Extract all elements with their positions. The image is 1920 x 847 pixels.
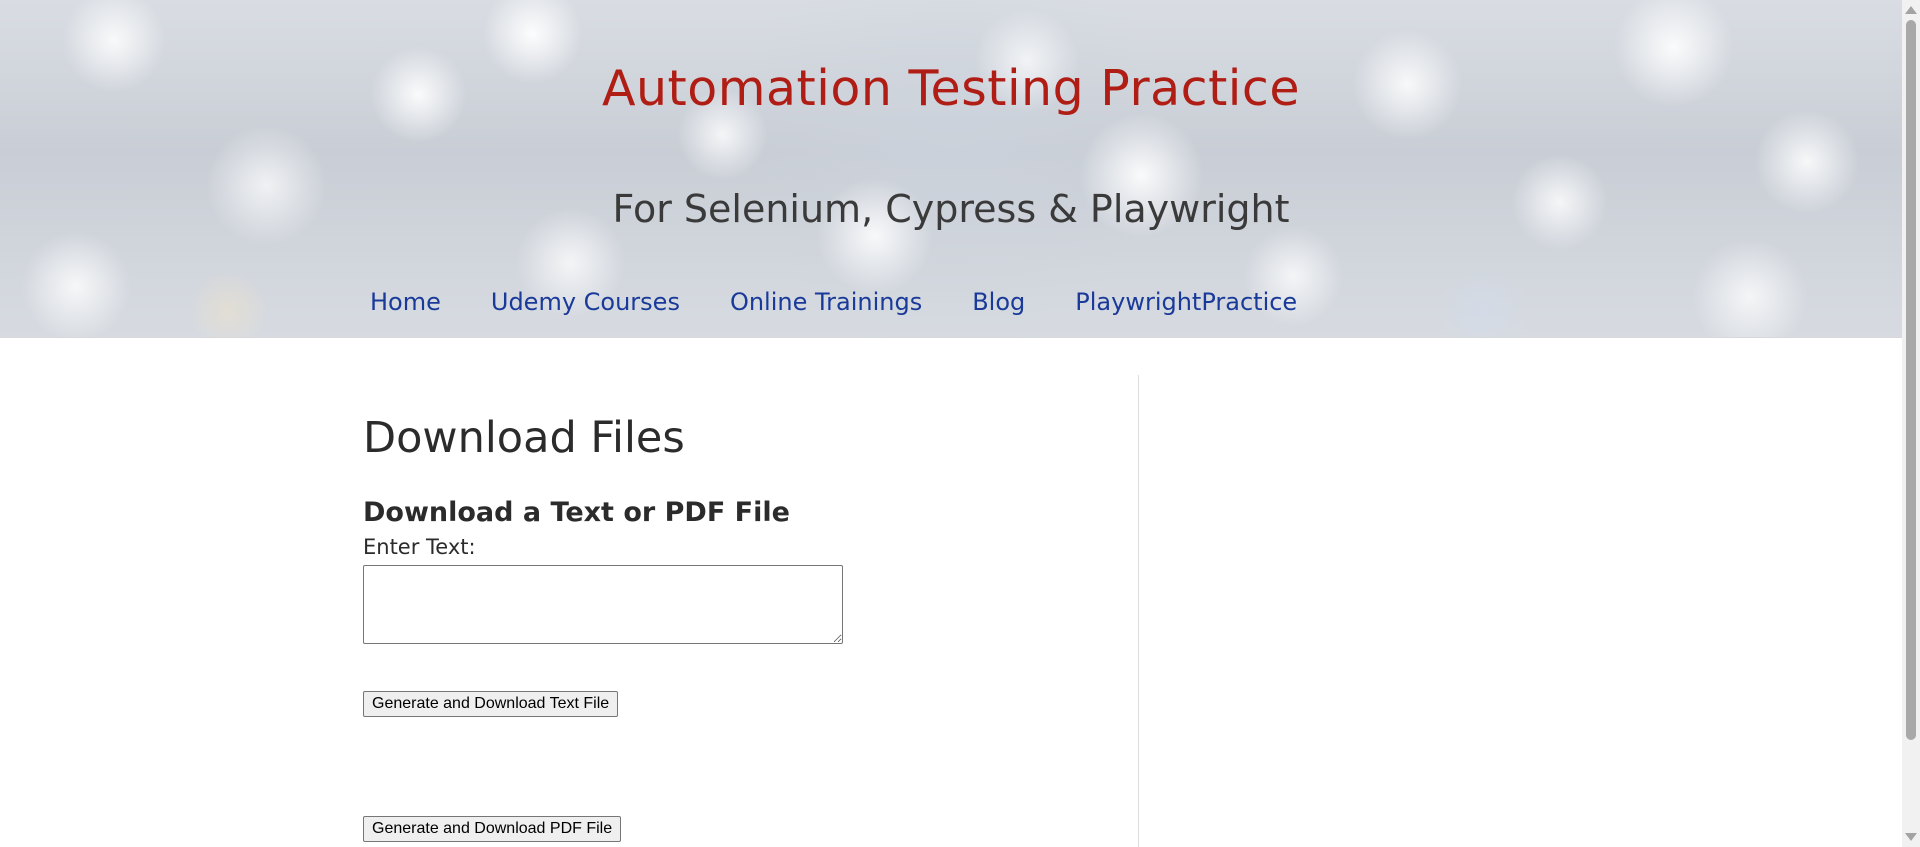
site-header: Automation Testing Practice For Selenium… <box>0 0 1902 338</box>
enter-text-label: Enter Text: <box>363 535 476 559</box>
vertical-scrollbar[interactable] <box>1902 0 1920 847</box>
page-title: Download Files <box>363 413 685 463</box>
section-heading: Download a Text or PDF File <box>363 497 790 528</box>
scroll-up-arrow-icon[interactable] <box>1905 6 1917 14</box>
site-subtitle: For Selenium, Cypress & Playwright <box>612 187 1290 231</box>
scroll-thumb[interactable] <box>1906 20 1916 740</box>
text-input[interactable] <box>363 565 843 644</box>
nav-home[interactable]: Home <box>370 288 441 316</box>
generate-pdf-file-button[interactable]: Generate and Download PDF File <box>363 816 622 842</box>
site-title: Automation Testing Practice <box>601 60 1301 117</box>
nav-playwright-practice[interactable]: PlaywrightPractice <box>1075 288 1297 316</box>
scroll-down-arrow-icon[interactable] <box>1905 833 1917 841</box>
generate-text-file-button[interactable]: Generate and Download Text File <box>363 691 619 717</box>
column-divider <box>1138 375 1139 847</box>
nav-online-trainings[interactable]: Online Trainings <box>730 288 922 316</box>
nav-blog[interactable]: Blog <box>972 288 1025 316</box>
nav-udemy-courses[interactable]: Udemy Courses <box>491 288 680 316</box>
main-nav: Home Udemy Courses Online Trainings Blog… <box>370 288 1347 316</box>
